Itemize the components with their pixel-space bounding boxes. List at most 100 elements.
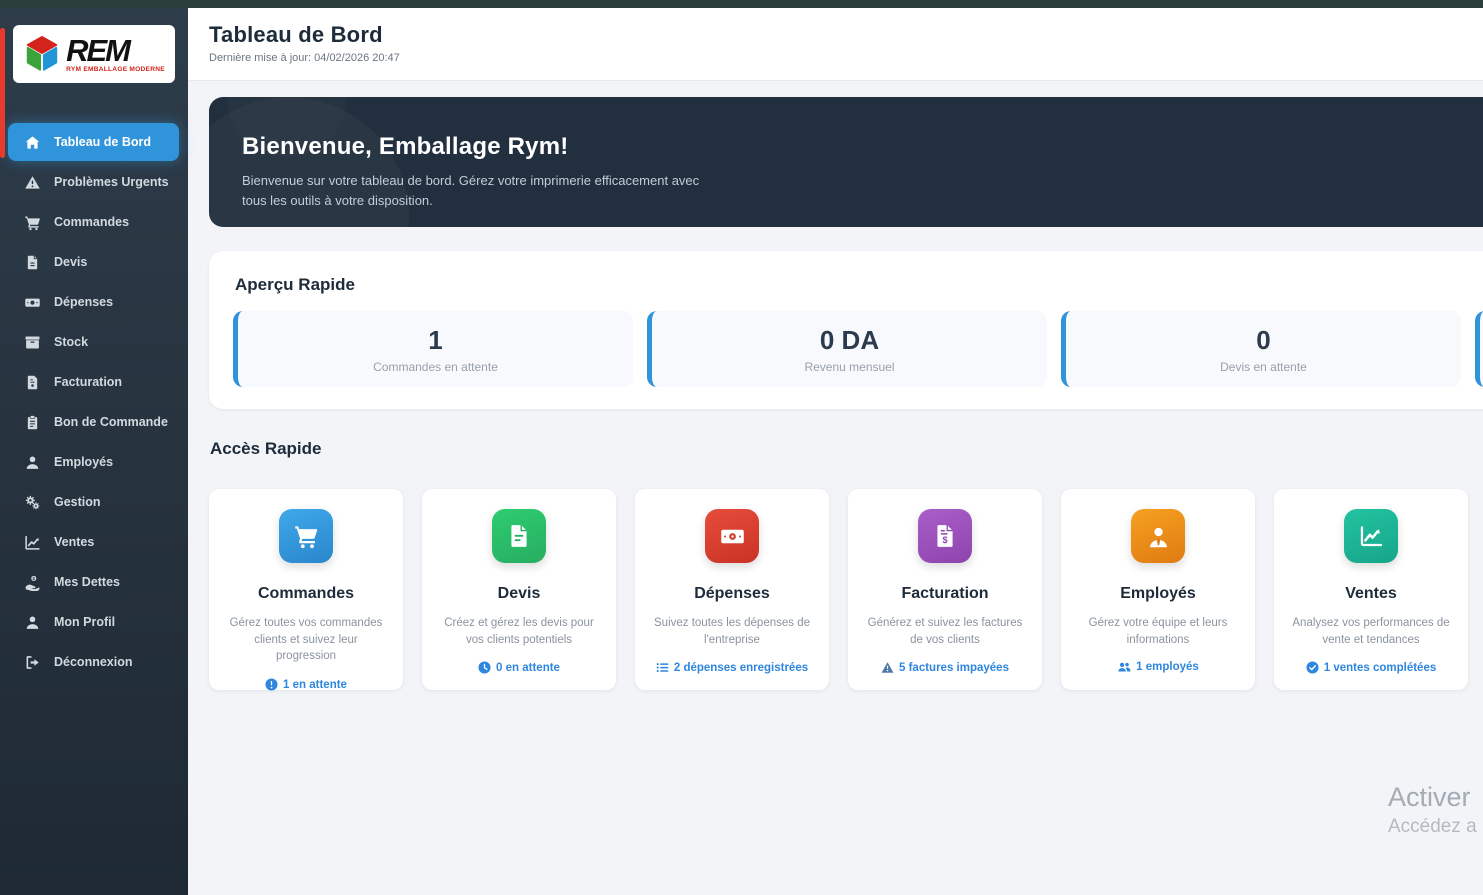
sidebar-item-deconnexion[interactable]: Déconnexion [0, 642, 188, 682]
quick-access-heading: Accès Rapide [210, 439, 322, 458]
sidebar-item-commandes[interactable]: Commandes [0, 202, 188, 242]
sidebar-scrollbar-thumb[interactable] [0, 28, 5, 158]
quick-card-facturation[interactable]: $ Facturation Générez et suivez les fact… [848, 489, 1042, 690]
badge-text: 0 en attente [496, 661, 560, 674]
stat-card-revenu: 0 DA Revenu mensuel [647, 311, 1047, 387]
quick-card-badge: 0 en attente [432, 661, 606, 674]
quick-card-title: Devis [497, 585, 541, 602]
sidebar-item-ventes[interactable]: Ventes [0, 522, 188, 562]
stat-value: 0 [1256, 324, 1271, 355]
quick-card-description: Gérez votre équipe et leurs informations [1088, 617, 1228, 646]
quick-card-badge: 2 dépenses enregistrées [645, 661, 819, 674]
stat-value: 1 [428, 324, 443, 355]
sidebar-item-label: Tableau de Bord [54, 135, 152, 149]
sidebar-item-employes[interactable]: Employés [0, 442, 188, 482]
quick-card-description: Générez et suivez les factures de vos cl… [867, 617, 1023, 646]
page-title: Tableau de Bord [209, 22, 383, 47]
invoice-dollar-icon: $ [937, 525, 953, 547]
sidebar-item-problemes-urgents[interactable]: Problèmes Urgents [0, 162, 188, 202]
stat-label: Devis en attente [1220, 359, 1307, 374]
badge-text: 1 ventes complétées [1323, 661, 1437, 674]
check-circle-icon [1306, 661, 1319, 674]
ventes-tile [1344, 509, 1398, 563]
logo-subtext: RYM EMBALLAGE MODERNE [66, 65, 165, 73]
quick-card-commandes[interactable]: Commandes Gérez toutes vos commandes cli… [209, 489, 403, 691]
box-icon [25, 336, 40, 348]
sidebar-item-depenses[interactable]: Dépenses [0, 282, 188, 322]
exclamation-circle-icon [265, 678, 278, 691]
sidebar-item-label: Mes Dettes [54, 575, 120, 589]
chart-line-icon [25, 535, 40, 550]
overview-panel: Aperçu Rapide 1 Commandes en attente 0 D… [209, 251, 1483, 409]
top-strip [0, 0, 1483, 8]
quick-card-devis[interactable]: Devis Créez et gérez les devis pour vos … [422, 489, 616, 690]
sidebar-item-devis[interactable]: Devis [0, 242, 188, 282]
depenses-tile [705, 509, 759, 563]
stat-value: 0 DA [819, 324, 880, 355]
badge-text: 1 employés [1136, 661, 1199, 674]
sidebar-item-stock[interactable]: Stock [0, 322, 188, 362]
chart-line-icon [1360, 525, 1382, 546]
gears-icon [25, 495, 40, 509]
quick-access-cards: Commandes Gérez toutes vos commandes cli… [209, 489, 1483, 691]
sidebar-item-label: Gestion [54, 495, 101, 509]
sidebar-item-label: Ventes [54, 535, 95, 549]
sidebar-item-label: Stock [54, 335, 89, 349]
badge-text: 2 dépenses enregistrées [673, 661, 809, 674]
main-area: Tableau de Bord Dernière mise à jour: 04… [188, 8, 1483, 895]
stat-card-devis: 0 Devis en attente [1061, 311, 1461, 387]
company-logo: REM RYM EMBALLAGE MODERNE [13, 25, 175, 83]
sidebar-item-label: Commandes [54, 215, 130, 229]
sidebar-item-bon-de-commande[interactable]: Bon de Commande [0, 402, 188, 442]
user-tie-icon [1149, 527, 1167, 547]
user-icon [26, 456, 39, 469]
quick-card-ventes[interactable]: Ventes Analysez vos performances de vent… [1274, 489, 1468, 690]
cube-logo-icon [26, 35, 58, 71]
quick-card-title: Ventes [1345, 585, 1397, 602]
stat-label: Commandes en attente [373, 359, 498, 374]
quick-card-description: Suivez toutes les dépenses de l'entrepri… [654, 617, 810, 646]
quick-card-description: Analysez vos performances de vente et te… [1292, 617, 1450, 646]
quick-card-badge: 1 ventes complétées [1284, 661, 1458, 674]
file-invoice-icon [511, 525, 527, 547]
list-icon [656, 663, 669, 673]
quick-card-title: Dépenses [694, 585, 770, 602]
page-header: Tableau de Bord Dernière mise à jour: 04… [188, 8, 1483, 81]
last-update-text: Dernière mise à jour: 04/02/2026 20:47 [209, 52, 400, 64]
quick-card-depenses[interactable]: Dépenses Suivez toutes les dépenses de l… [635, 489, 829, 690]
sidebar-item-mon-profil[interactable]: Mon Profil [0, 602, 188, 642]
employes-tile [1131, 509, 1185, 563]
sidebar: REM RYM EMBALLAGE MODERNE Tableau de Bor… [0, 0, 188, 895]
user-icon [26, 616, 39, 629]
logo-text: REM [66, 32, 131, 68]
sidebar-nav: Tableau de Bord Problèmes Urgents Comman… [0, 122, 188, 682]
sidebar-item-gestion[interactable]: Gestion [0, 482, 188, 522]
quick-card-employes[interactable]: Employés Gérez votre équipe et leurs inf… [1061, 489, 1255, 690]
sidebar-item-label: Devis [54, 255, 88, 269]
logout-icon [26, 655, 39, 669]
hand-dollar-icon: $ [25, 575, 40, 591]
stat-label: Revenu mensuel [804, 359, 895, 374]
sidebar-item-label: Employés [54, 455, 114, 469]
sidebar-item-label: Bon de Commande [54, 415, 168, 429]
devis-tile [492, 509, 546, 563]
sidebar-item-tableau-de-bord[interactable]: Tableau de Bord [8, 123, 179, 161]
quick-card-badge: 1 en attente [219, 678, 393, 691]
warning-icon [25, 175, 40, 189]
welcome-banner: Bienvenue, Emballage Rym! Bienvenue sur … [209, 97, 1483, 227]
stat-card-partial [1475, 311, 1483, 387]
sidebar-item-label: Déconnexion [54, 655, 133, 669]
sidebar-item-label: Dépenses [54, 295, 114, 309]
sidebar-item-facturation[interactable]: Facturation [0, 362, 188, 402]
welcome-text: Bienvenue sur votre tableau de bord. Gér… [242, 173, 700, 209]
commandes-tile [279, 509, 333, 563]
quick-card-badge: 1 employés [1071, 661, 1245, 673]
warning-triangle-icon [881, 662, 894, 674]
quick-card-description: Créez et gérez les devis pour vos client… [444, 617, 594, 646]
sidebar-item-mes-dettes[interactable]: $ Mes Dettes [0, 562, 188, 602]
overview-heading: Aperçu Rapide [235, 275, 355, 294]
stat-card-commandes: 1 Commandes en attente [233, 311, 633, 387]
content-area: Bienvenue, Emballage Rym! Bienvenue sur … [188, 81, 1483, 691]
cart-icon [25, 216, 40, 230]
clock-icon [478, 661, 491, 674]
